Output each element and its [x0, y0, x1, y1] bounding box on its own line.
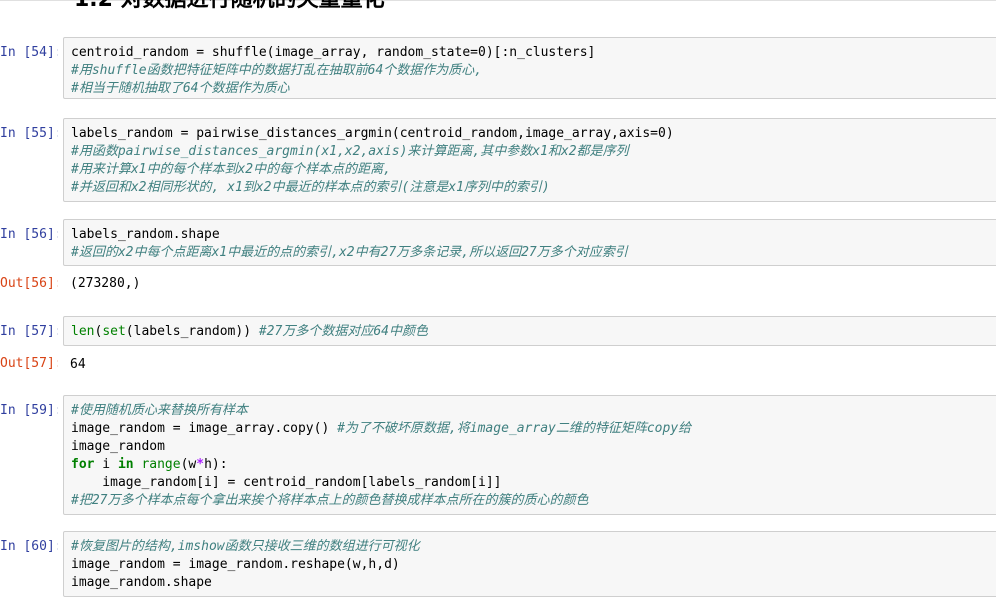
code-comment: #并返回和x2相同形状的, x1到x2中最近的样本点的索引(注意是x1序列中的索…: [71, 180, 550, 195]
code-comment: #相当于随机抽取了64个数据作为质心: [71, 81, 290, 96]
code-line: image_random.shape: [71, 575, 212, 590]
code-editor[interactable]: centroid_random = shuffle(image_array, r…: [63, 37, 996, 99]
code-comment: #用函数pairwise_distances_argmin(x1,x2,axis…: [71, 144, 629, 159]
code-line: labels_random.shape: [71, 227, 220, 242]
cell-output: 64: [70, 357, 86, 372]
code-line: len(set(labels_random)) #27万多个数据对应64中颜色: [71, 324, 428, 339]
input-prompt: In [54]:: [0, 45, 58, 60]
section-heading: 1.2 对数据进行随机的失量量化: [74, 0, 385, 14]
code-comment: #用来计算x1中的每个样本到x2中的每个样本点的距离,: [71, 162, 391, 177]
code-comment: #恢复图片的结构,imshow函数只接收三维的数组进行可视化: [71, 539, 420, 554]
code-editor[interactable]: labels_random.shape #返回的x2中每个点距离x1中最近的点的…: [63, 219, 996, 266]
code-line: image_random = image_array.copy() #为了不破坏…: [71, 421, 692, 436]
keyword-for: for: [71, 457, 95, 472]
code-comment: #返回的x2中每个点距离x1中最近的点的索引,x2中有27万多条记录,所以返回2…: [71, 245, 628, 260]
cell-output: (273280,): [70, 276, 141, 291]
input-prompt: In [59]:: [0, 403, 58, 418]
code-line: image_random: [71, 439, 165, 454]
input-prompt: In [57]:: [0, 324, 58, 339]
input-prompt: In [55]:: [0, 126, 58, 141]
input-prompt: In [60]:: [0, 539, 58, 554]
code-comment: #用shuffle函数把特征矩阵中的数据打乱在抽取前64个数据作为质心,: [71, 63, 483, 78]
code-editor[interactable]: len(set(labels_random)) #27万多个数据对应64中颜色: [63, 316, 996, 346]
code-comment: #把27万多个样本点每个拿出来挨个将样本点上的颜色替换成样本点所在的簇的质心的颜…: [71, 493, 589, 508]
output-prompt: Out[56]:: [0, 276, 58, 291]
code-line: image_random = image_random.reshape(w,h,…: [71, 557, 400, 572]
code-comment: #27万多个数据对应64中颜色: [258, 324, 428, 339]
code-editor[interactable]: labels_random = pairwise_distances_argmi…: [63, 118, 996, 202]
code-comment: #使用随机质心来替换所有样本: [71, 403, 248, 418]
code-line: labels_random = pairwise_distances_argmi…: [71, 126, 674, 141]
code-editor[interactable]: #恢复图片的结构,imshow函数只接收三维的数组进行可视化 image_ran…: [63, 531, 996, 597]
output-prompt: Out[57]:: [0, 356, 58, 371]
input-prompt: In [56]:: [0, 227, 58, 242]
code-line: image_random[i] = centroid_random[labels…: [71, 475, 502, 490]
builtin-set: set: [102, 324, 126, 339]
code-line: centroid_random = shuffle(image_array, r…: [71, 45, 596, 60]
operator-multiply: *: [196, 457, 205, 472]
builtin-range: range: [141, 457, 181, 472]
keyword-in: in: [117, 457, 134, 472]
code-line: for i in range(w*h):: [71, 457, 228, 472]
code-comment: #为了不破坏原数据,将image_array二维的特征矩阵copy给: [337, 421, 692, 436]
code-editor[interactable]: #使用随机质心来替换所有样本 image_random = image_arra…: [63, 395, 996, 515]
builtin-len: len: [71, 324, 95, 339]
